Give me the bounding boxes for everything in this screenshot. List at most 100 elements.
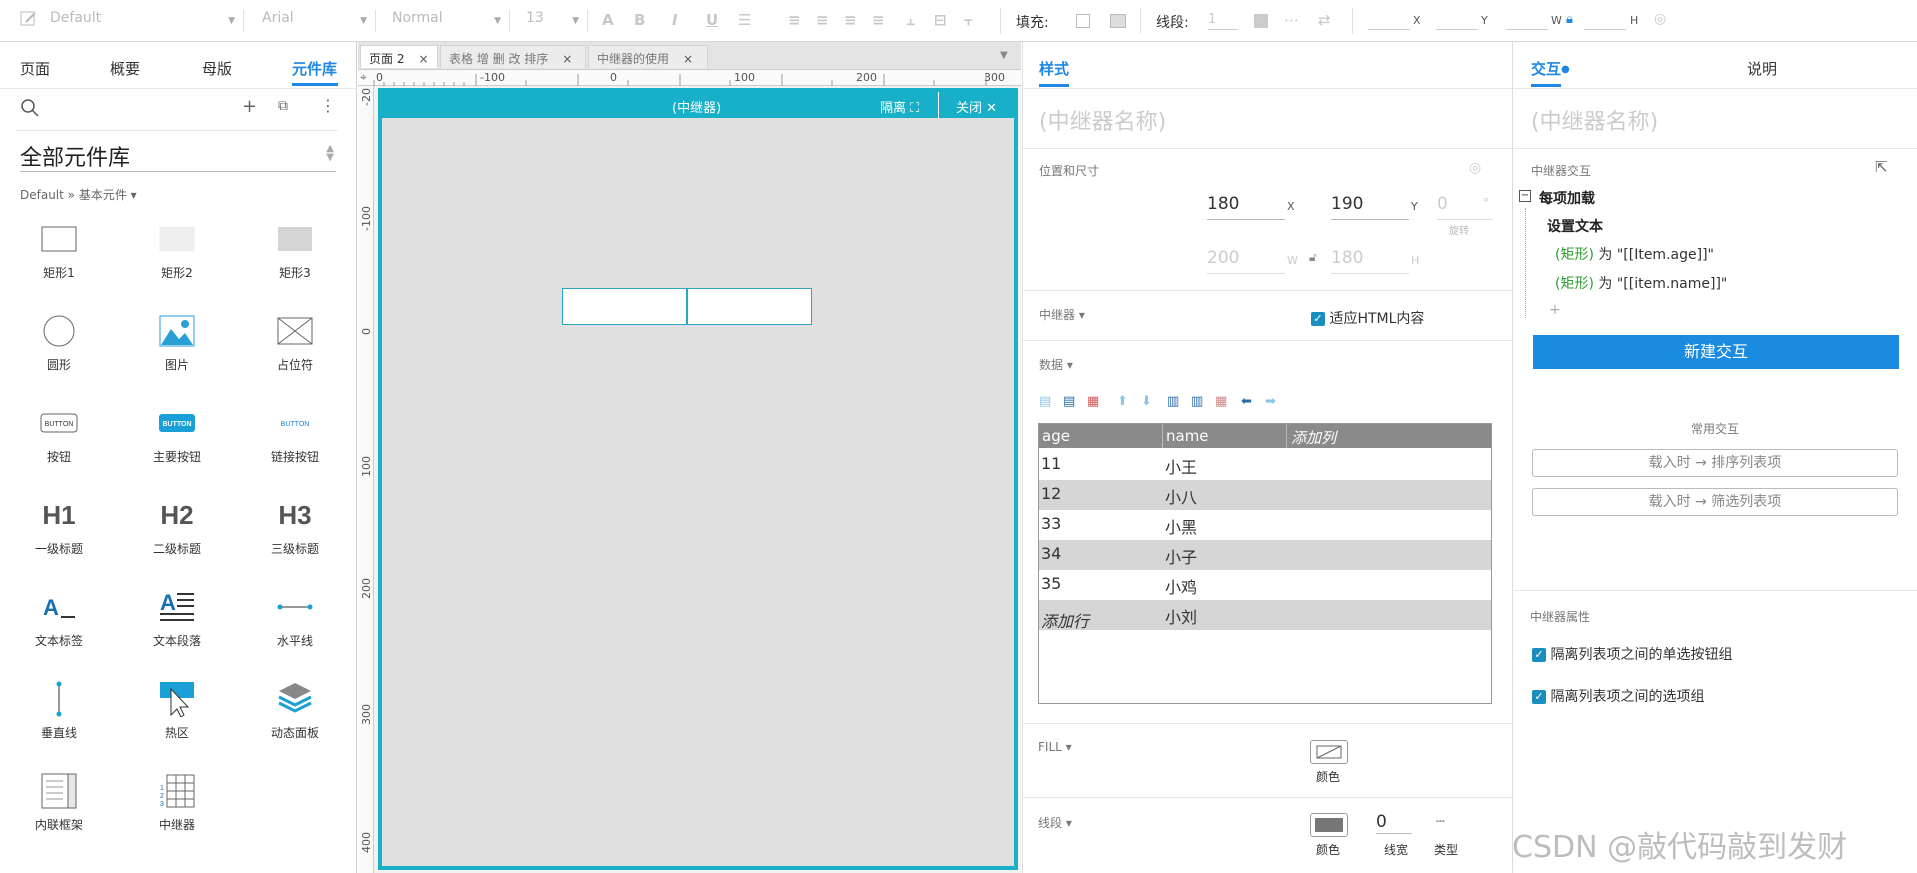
fill-section-label[interactable]: FILL ▾ [1038, 740, 1072, 754]
tab-interactions[interactable]: 交互● [1531, 58, 1570, 79]
valign-middle-icon[interactable]: ⊟ [934, 11, 947, 29]
widget-text-label[interactable]: A 文本标签 [10, 586, 108, 649]
isolate-radio-option[interactable]: ✓ 隔离列表项之间的单选按钮组 [1532, 644, 1732, 664]
fit-html-checkbox[interactable]: ✓ [1311, 312, 1325, 326]
widget-rect-outline[interactable]: 矩形1 [10, 218, 108, 281]
y-input[interactable] [1436, 12, 1478, 30]
valign-bottom-icon[interactable]: ⫟ [964, 11, 973, 29]
close-tab-icon[interactable]: × [562, 52, 572, 66]
isolate-selection-checkbox[interactable]: ✓ [1532, 690, 1546, 704]
widget-button[interactable]: BUTTON 按钮 [10, 402, 108, 465]
table-row[interactable]: 12 小八 [1039, 480, 1491, 510]
widget-h1[interactable]: H1 一级标题 [10, 494, 108, 557]
x-field[interactable]: 180 [1207, 194, 1285, 220]
insert-column-right-icon[interactable]: ▥ [1191, 394, 1203, 409]
font-select[interactable]: Arial ▼ [256, 10, 376, 32]
lock-icon[interactable]: 🔒︎ [1566, 12, 1573, 27]
widget-link-button[interactable]: BUTTON 链接按钮 [246, 402, 344, 465]
widget-repeater[interactable]: 1 2 3 中继器 [128, 770, 226, 833]
library-breadcrumb[interactable]: Default » 基本元件 ▾ [20, 186, 137, 203]
add-column-button[interactable]: 添加列 [1291, 427, 1336, 448]
cell-name[interactable]: 小子 [1165, 544, 1197, 568]
cell-name[interactable]: 小王 [1165, 454, 1197, 478]
on-load-filter-button[interactable]: 载入时 → 筛选列表项 [1532, 488, 1898, 516]
stroke-width-field[interactable]: 0 [1376, 812, 1412, 834]
table-row[interactable]: 35 小鸡 [1039, 570, 1491, 600]
column-header-name[interactable]: name [1166, 427, 1209, 445]
font-size-select[interactable]: 13 ▼ [520, 10, 588, 32]
move-left-icon[interactable]: ⬅ [1241, 394, 1252, 409]
delete-column-icon[interactable]: ▦ [1215, 394, 1227, 409]
move-right-icon[interactable]: ➡ [1265, 394, 1276, 409]
arrow-style-icon[interactable]: ⇄ [1318, 11, 1331, 29]
stroke-pattern-icon[interactable]: ⋯ [1284, 11, 1299, 29]
tab-libraries[interactable]: 元件库 [292, 58, 337, 79]
table-row[interactable]: 小刘 [1039, 600, 1491, 630]
repeater-cell-name[interactable] [687, 288, 812, 325]
stroke-type-icon[interactable]: ┄ [1436, 814, 1444, 830]
cell-age[interactable]: 35 [1041, 574, 1061, 593]
w-field[interactable]: 200 [1207, 248, 1285, 274]
stroke-color-picker[interactable] [1310, 813, 1348, 837]
stroke-width-input[interactable]: 1 [1208, 12, 1238, 30]
widget-primary-button[interactable]: BUTTON 主要按钮 [128, 402, 226, 465]
widget-hotspot[interactable]: 热区 [128, 678, 226, 741]
widget-text-paragraph[interactable]: A 文本段落 [128, 586, 226, 649]
doc-tab-repeater[interactable]: 中继器的使用 × [588, 45, 708, 68]
data-section-label[interactable]: 数据 ▾ [1039, 356, 1073, 373]
on-load-sort-button[interactable]: 载入时 → 排序列表项 [1532, 449, 1898, 477]
font-color-icon[interactable]: A [602, 11, 614, 29]
column-header-age[interactable]: age [1042, 427, 1070, 445]
cell-age[interactable]: 34 [1041, 544, 1061, 563]
table-row[interactable]: 33 小黑 [1039, 510, 1491, 540]
action-line[interactable]: (矩形) 为 "[[Item.age]]" [1555, 244, 1714, 264]
expand-interaction-icon[interactable]: ⇱ [1875, 158, 1888, 176]
cell-name[interactable]: 小黑 [1165, 514, 1197, 538]
underline-icon[interactable]: U [706, 11, 718, 29]
fit-html-option[interactable]: ✓ 适应HTML内容 [1311, 308, 1424, 328]
action-set-text[interactable]: 设置文本 [1547, 216, 1603, 236]
widget-circle[interactable]: 圆形 [10, 310, 108, 373]
visibility-eye-icon[interactable]: ◎ [1654, 11, 1666, 27]
library-select[interactable]: 全部元件库 ▲ ▼ [20, 140, 336, 172]
fill-color-swatch[interactable] [1076, 14, 1090, 28]
move-up-icon[interactable]: ⬆ [1117, 394, 1128, 409]
widget-image[interactable]: 图片 [128, 310, 226, 373]
ruler-origin-icon[interactable]: ⌖ [360, 70, 367, 85]
widget-horizontal-line[interactable]: 水平线 [246, 586, 344, 649]
w-input[interactable] [1506, 12, 1548, 30]
widget-h3[interactable]: H3 三级标题 [246, 494, 344, 557]
add-library-icon[interactable]: + [242, 96, 257, 117]
search-icon[interactable] [20, 98, 40, 122]
more-options-icon[interactable]: ⋮ [320, 96, 336, 115]
cell-name[interactable]: 小八 [1165, 484, 1197, 508]
widget-vertical-line[interactable]: 垂直线 [10, 678, 108, 741]
align-left-icon[interactable]: ≡ [788, 11, 801, 29]
add-row-button[interactable]: 添加行 [1041, 608, 1089, 632]
widget-dynamic-panel[interactable]: 动态面板 [246, 678, 344, 741]
widget-placeholder[interactable]: 占位符 [246, 310, 344, 373]
repeater-cell-age[interactable] [562, 288, 687, 325]
fill-color-picker[interactable] [1310, 740, 1348, 764]
delete-row-icon[interactable]: ▦ [1087, 394, 1099, 409]
widget-h2[interactable]: H2 二级标题 [128, 494, 226, 557]
bold-icon[interactable]: B [634, 11, 645, 29]
cell-age[interactable]: 12 [1041, 484, 1061, 503]
h-field[interactable]: 180 [1331, 248, 1409, 274]
repeater-name-input[interactable]: (中继器名称) [1531, 104, 1658, 136]
repeater-name-input[interactable]: (中继器名称) [1039, 104, 1166, 136]
align-justify-icon[interactable]: ≡ [872, 11, 885, 29]
insert-column-left-icon[interactable]: ▥ [1167, 394, 1179, 409]
unlock-icon[interactable]: 🔓︎ [1309, 250, 1317, 265]
tab-overflow-icon[interactable]: ▼ [1000, 50, 1008, 61]
stroke-section-label[interactable]: 线段 ▾ [1038, 814, 1072, 831]
isolate-radio-checkbox[interactable]: ✓ [1532, 648, 1546, 662]
isolate-button[interactable]: 隔离 ⛶ [880, 97, 919, 116]
widget-rect-light[interactable]: 矩形2 [128, 218, 226, 281]
bullet-list-icon[interactable]: ☰ [738, 11, 751, 29]
repeater-section-label[interactable]: 中继器 ▾ [1039, 306, 1085, 323]
fill-shadow-icon[interactable] [1110, 14, 1126, 28]
align-center-icon[interactable]: ≡ [816, 11, 829, 29]
close-edit-button[interactable]: 关闭 ✕ [956, 97, 997, 116]
action-line[interactable]: (矩形) 为 "[[item.name]]" [1555, 273, 1727, 293]
